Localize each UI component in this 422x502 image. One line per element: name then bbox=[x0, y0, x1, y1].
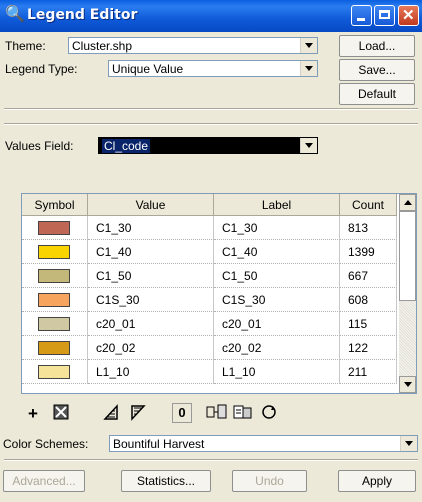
title-bar[interactable]: 🔍 Legend Editor bbox=[0, 0, 422, 32]
values-field-label: Values Field: bbox=[5, 139, 74, 153]
scroll-thumb[interactable] bbox=[399, 211, 416, 301]
value-cell[interactable]: c20_02 bbox=[88, 336, 214, 360]
symbol-cell[interactable] bbox=[22, 240, 88, 264]
column-header-label[interactable]: Label bbox=[214, 194, 340, 216]
color-schemes-label: Color Schemes: bbox=[3, 437, 89, 451]
table-row[interactable]: c20_02 c20_02 122 bbox=[22, 336, 397, 360]
load-button[interactable]: Load... bbox=[339, 35, 415, 57]
save-button[interactable]: Save... bbox=[339, 59, 415, 81]
dropdown-arrow-icon[interactable] bbox=[300, 138, 317, 153]
symbol-cell[interactable] bbox=[22, 360, 88, 384]
table-header: Symbol Value Label Count bbox=[22, 194, 397, 216]
value-cell[interactable]: c20_01 bbox=[88, 312, 214, 336]
column-header-symbol[interactable]: Symbol bbox=[22, 194, 88, 216]
column-header-value[interactable]: Value bbox=[88, 194, 214, 216]
legend-table: Symbol Value Label Count C1_30 C1_30 813 C1… bbox=[21, 193, 417, 394]
maximize-button[interactable] bbox=[374, 5, 395, 26]
copy-symbol-icon[interactable] bbox=[206, 403, 228, 425]
count-cell: 1399 bbox=[340, 240, 397, 264]
window-title: Legend Editor bbox=[27, 7, 138, 23]
value-cell[interactable]: C1_30 bbox=[88, 216, 214, 240]
theme-dropdown[interactable]: Cluster.shp bbox=[68, 37, 318, 54]
label-cell[interactable]: c20_02 bbox=[214, 336, 340, 360]
undo-button[interactable]: Undo bbox=[232, 470, 307, 492]
separator bbox=[4, 459, 418, 461]
column-header-count[interactable]: Count bbox=[340, 194, 397, 216]
dropdown-arrow-icon[interactable] bbox=[400, 436, 417, 451]
symbol-swatch[interactable] bbox=[38, 365, 70, 379]
refresh-symbols-icon[interactable] bbox=[258, 403, 280, 425]
table-row[interactable]: c20_01 c20_01 115 bbox=[22, 312, 397, 336]
values-field-value: Cl_code bbox=[102, 139, 151, 153]
symbol-swatch[interactable] bbox=[38, 317, 70, 331]
advanced-button[interactable]: Advanced... bbox=[3, 470, 85, 492]
label-cell[interactable]: c20_01 bbox=[214, 312, 340, 336]
scroll-up-arrow-icon[interactable] bbox=[399, 194, 416, 211]
vertical-scrollbar[interactable] bbox=[399, 194, 416, 393]
scroll-down-arrow-icon[interactable] bbox=[399, 376, 416, 393]
symbol-cell[interactable] bbox=[22, 216, 88, 240]
value-cell[interactable]: L1_10 bbox=[88, 360, 214, 384]
symbol-cell[interactable] bbox=[22, 312, 88, 336]
separator bbox=[4, 123, 418, 125]
legend-type-label: Legend Type: bbox=[5, 62, 78, 76]
value-cell[interactable]: C1S_30 bbox=[88, 288, 214, 312]
symbol-swatch[interactable] bbox=[38, 341, 70, 355]
count-cell: 122 bbox=[340, 336, 397, 360]
legend-editor-window: 🔍 Legend Editor Theme: Cluster.shp Load.… bbox=[0, 0, 422, 502]
minimize-button[interactable] bbox=[351, 5, 372, 26]
theme-value: Cluster.shp bbox=[72, 39, 133, 53]
value-cell[interactable]: C1_50 bbox=[88, 264, 214, 288]
legend-editor-app-icon: 🔍 bbox=[5, 6, 25, 23]
table-row[interactable]: L1_10 L1_10 211 bbox=[22, 360, 397, 384]
apply-button[interactable]: Apply bbox=[338, 470, 416, 492]
sort-ascending-icon[interactable] bbox=[100, 403, 122, 425]
label-cell[interactable]: C1_40 bbox=[214, 240, 340, 264]
symbol-swatch[interactable] bbox=[38, 245, 70, 259]
null-value-button[interactable]: 0 bbox=[172, 403, 192, 423]
label-cell[interactable]: C1S_30 bbox=[214, 288, 340, 312]
label-cell[interactable]: C1_30 bbox=[214, 216, 340, 240]
count-cell: 211 bbox=[340, 360, 397, 384]
symbol-cell[interactable] bbox=[22, 264, 88, 288]
legend-type-dropdown[interactable]: Unique Value bbox=[108, 60, 318, 77]
value-cell[interactable]: C1_40 bbox=[88, 240, 214, 264]
symbol-swatch[interactable] bbox=[38, 269, 70, 283]
paste-symbol-icon[interactable] bbox=[232, 403, 254, 425]
label-cell[interactable]: C1_50 bbox=[214, 264, 340, 288]
close-button[interactable] bbox=[398, 5, 419, 26]
color-schemes-value: Bountiful Harvest bbox=[113, 437, 205, 451]
theme-label: Theme: bbox=[5, 39, 46, 53]
dropdown-arrow-icon[interactable] bbox=[300, 38, 317, 53]
symbol-swatch[interactable] bbox=[38, 221, 70, 235]
symbol-cell[interactable] bbox=[22, 336, 88, 360]
statistics-button[interactable]: Statistics... bbox=[121, 470, 211, 492]
label-cell[interactable]: L1_10 bbox=[214, 360, 340, 384]
table-row[interactable]: C1_40 C1_40 1399 bbox=[22, 240, 397, 264]
symbol-cell[interactable] bbox=[22, 288, 88, 312]
delete-value-icon[interactable] bbox=[50, 403, 72, 425]
sort-descending-icon[interactable] bbox=[127, 403, 149, 425]
color-schemes-dropdown[interactable]: Bountiful Harvest bbox=[109, 435, 418, 452]
count-cell: 667 bbox=[340, 264, 397, 288]
table-row[interactable]: C1_30 C1_30 813 bbox=[22, 216, 397, 240]
legend-type-value: Unique Value bbox=[112, 62, 184, 76]
count-cell: 608 bbox=[340, 288, 397, 312]
table-row[interactable]: C1_50 C1_50 667 bbox=[22, 264, 397, 288]
add-value-icon[interactable]: + bbox=[22, 403, 44, 425]
count-cell: 813 bbox=[340, 216, 397, 240]
values-field-dropdown[interactable]: Cl_code bbox=[98, 137, 318, 154]
symbol-swatch[interactable] bbox=[38, 293, 70, 307]
default-button[interactable]: Default bbox=[339, 83, 415, 105]
dropdown-arrow-icon[interactable] bbox=[300, 61, 317, 76]
table-row[interactable]: C1S_30 C1S_30 608 bbox=[22, 288, 397, 312]
separator bbox=[4, 108, 418, 110]
count-cell: 115 bbox=[340, 312, 397, 336]
